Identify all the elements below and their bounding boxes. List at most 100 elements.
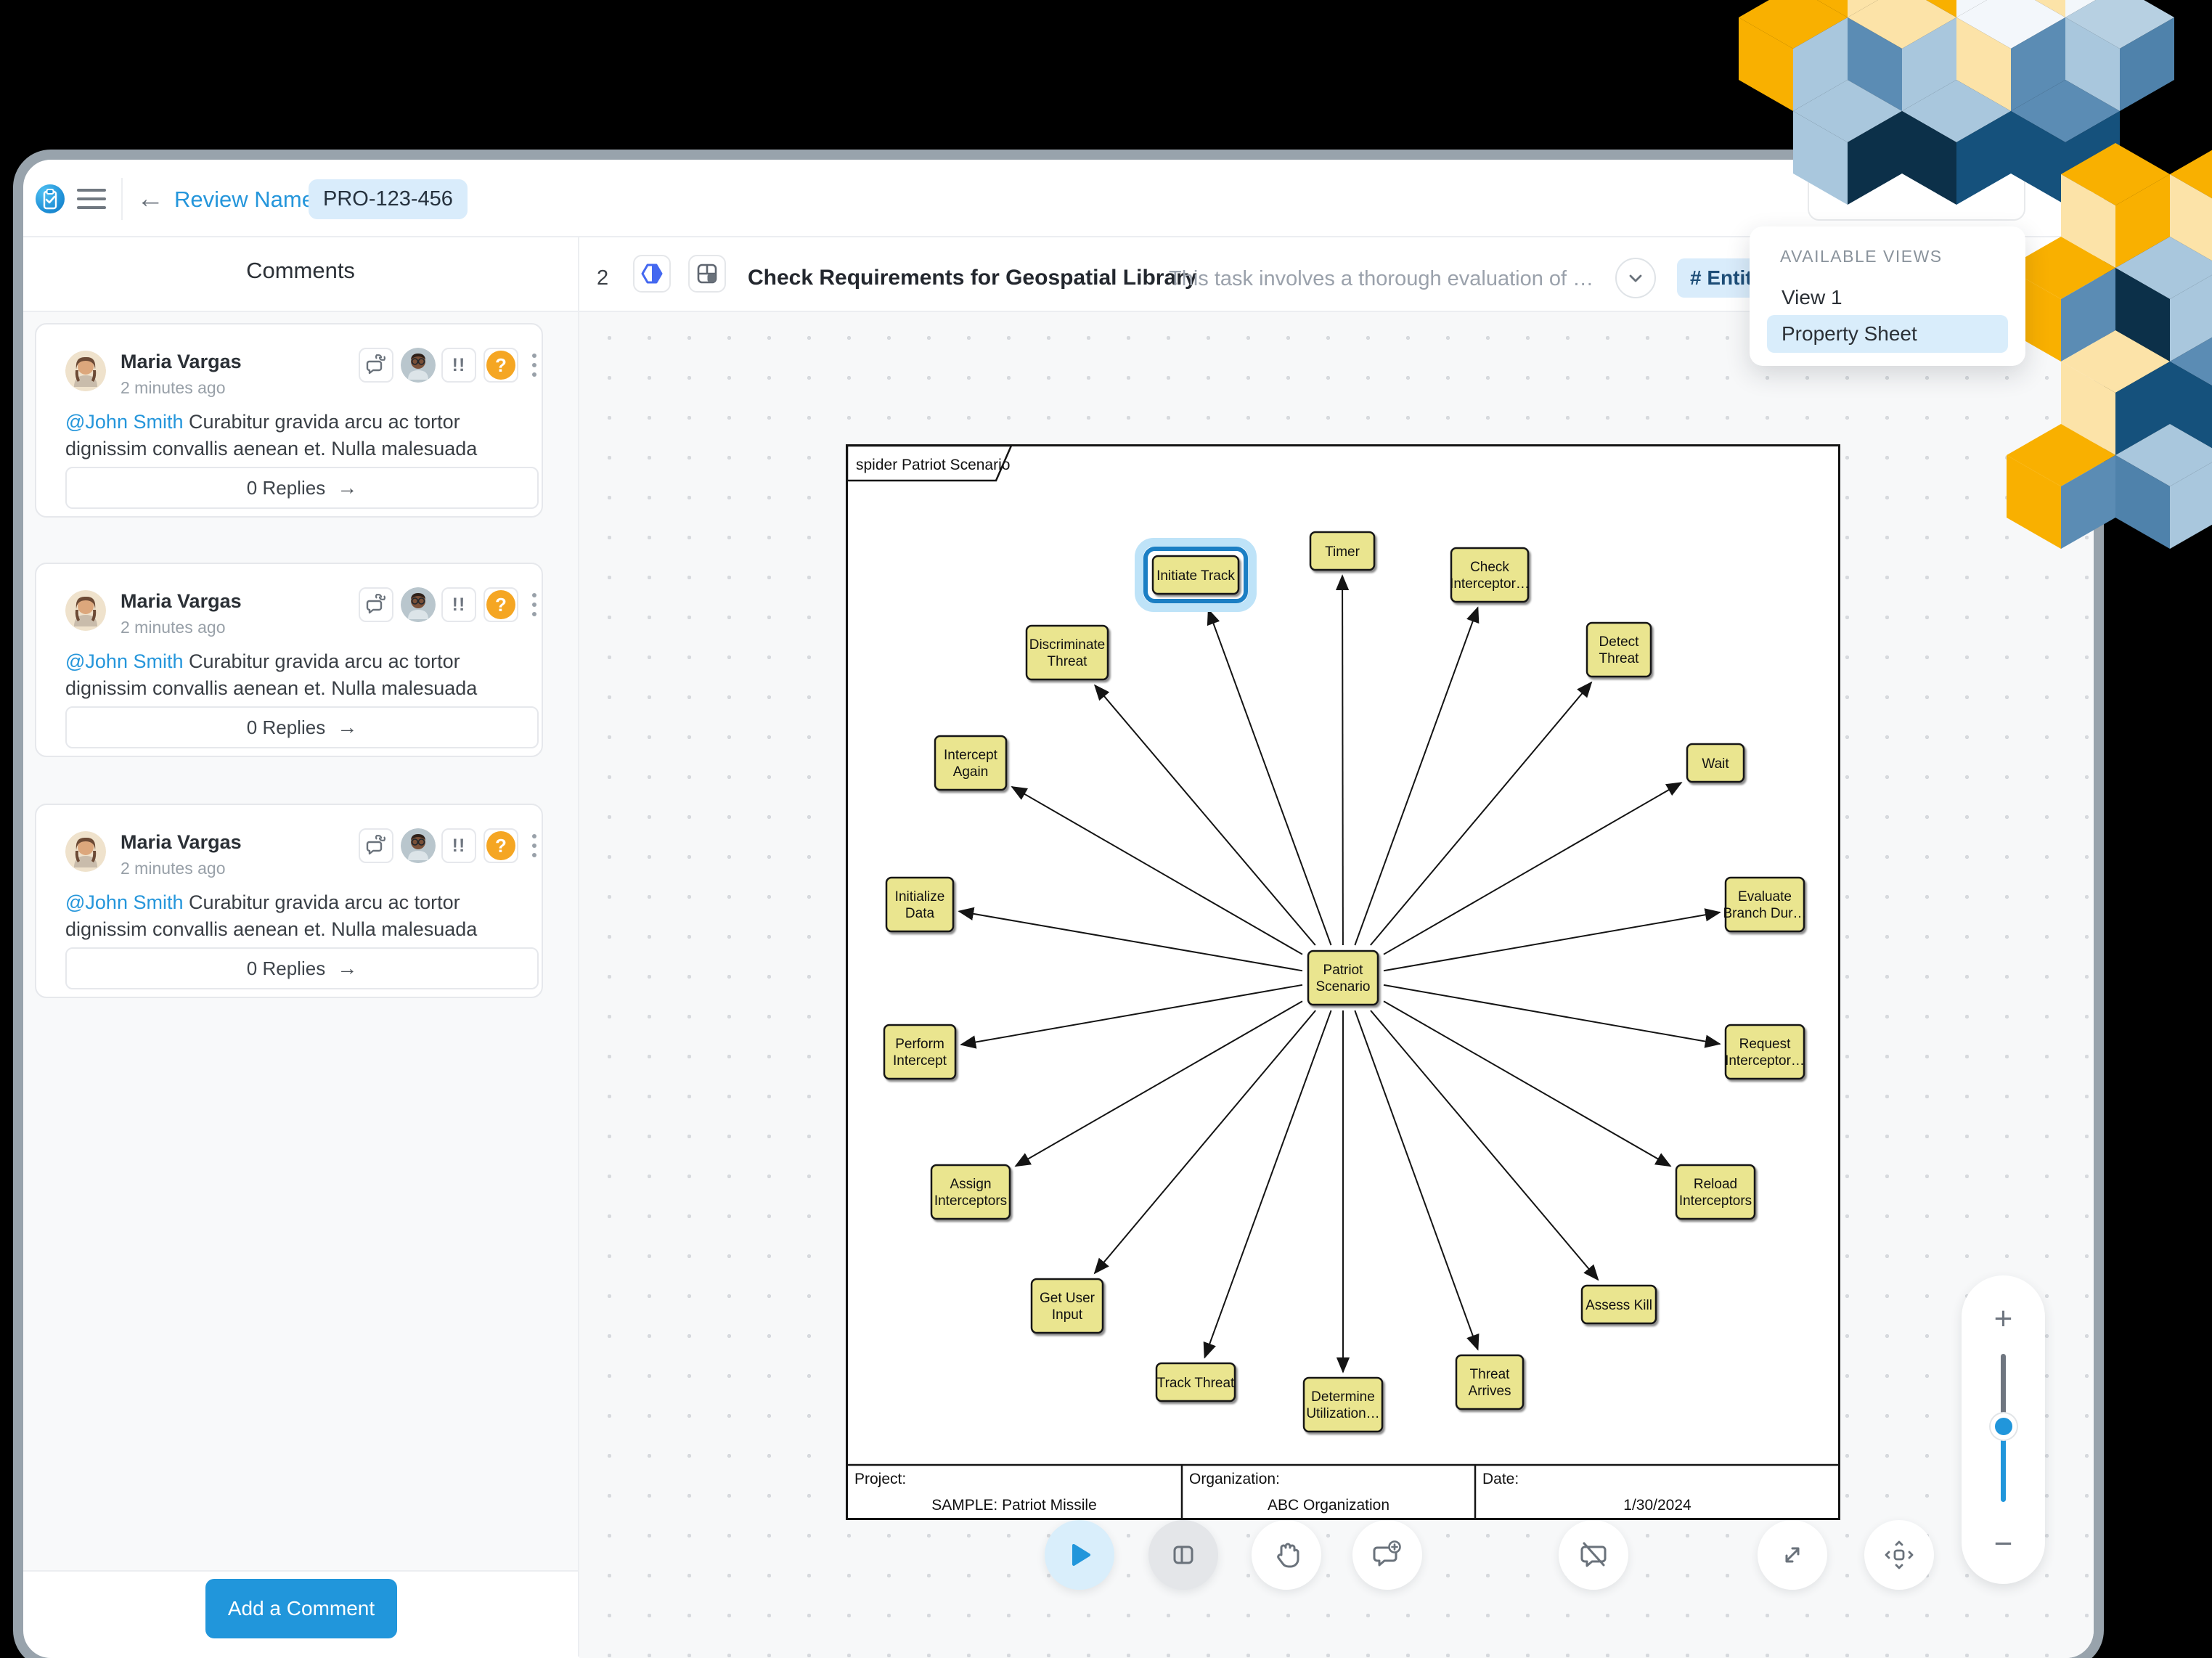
kebab-menu-icon[interactable] <box>530 593 539 616</box>
pan-hand-button[interactable] <box>1252 1520 1321 1590</box>
comment-card[interactable]: Maria Vargas 2 minutes ago !! ? @John Sm… <box>35 804 543 998</box>
diagram-node-track-threat[interactable]: Track Threat <box>1155 1362 1236 1402</box>
important-icon: !! <box>452 354 466 375</box>
diagram-node-initialize-data[interactable]: Initialize Data <box>885 876 955 933</box>
replies-button[interactable]: 0 Replies → <box>65 467 539 509</box>
diagram-node-assign-interceptors[interactable]: AssignInterceptors <box>930 1164 1011 1220</box>
diagram-footer-text: Organization: <box>1189 1471 1280 1487</box>
important-button[interactable]: !! <box>441 587 476 622</box>
zoom-slider-handle[interactable] <box>1991 1413 2017 1439</box>
linked-comment-button[interactable] <box>359 828 393 863</box>
add-comment-bubble-icon <box>1373 1540 1401 1567</box>
panel-toggle-icon <box>1173 1545 1193 1564</box>
pointer-tool-icon <box>1072 1544 1090 1566</box>
important-button[interactable]: !! <box>441 828 476 863</box>
diagram-node-intercept-again[interactable]: InterceptAgain <box>934 735 1008 791</box>
kebab-menu-icon[interactable] <box>530 354 539 377</box>
views-popup-title: AVAILABLE VIEWS <box>1780 247 1943 266</box>
question-button[interactable]: ? <box>483 348 518 383</box>
kebab-menu-icon[interactable] <box>530 834 539 857</box>
linked-comment-button[interactable] <box>359 587 393 622</box>
comments-panel-title: Comments <box>246 258 355 283</box>
avatar-maria <box>65 351 106 391</box>
svg-text:Request: Request <box>1739 1037 1791 1052</box>
hide-comments-icon <box>1580 1542 1607 1567</box>
diagram-node-request-interceptor[interactable]: RequestInterceptor… <box>1724 1024 1805 1080</box>
diagram-node-threat-arrives[interactable]: Threat Arrives <box>1455 1354 1525 1410</box>
comment-card[interactable]: Maria Vargas 2 minutes ago !! ? @John Sm… <box>35 323 543 518</box>
svg-text:Threat: Threat <box>1599 651 1640 666</box>
diagram-node-wait[interactable]: Wait <box>1686 743 1745 783</box>
question-icon: ? <box>486 351 515 380</box>
svg-text:Utilization…: Utilization… <box>1306 1406 1379 1421</box>
diagram-footer-text: Date: <box>1482 1471 1519 1487</box>
diagram-node-discriminate-threat[interactable]: DiscriminateThreat <box>1025 624 1109 681</box>
svg-text:Input: Input <box>1052 1307 1083 1323</box>
linked-comment-button[interactable] <box>359 348 393 383</box>
mention-link[interactable]: @John Smith <box>65 411 183 433</box>
comment-card[interactable]: Maria Vargas 2 minutes ago !! ? @John Sm… <box>35 563 543 757</box>
views-item-view1[interactable]: View 1 <box>1767 279 2008 317</box>
diagram-node-get-user-input[interactable]: Get UserInput <box>1030 1278 1104 1334</box>
hide-comments-button[interactable] <box>1559 1520 1628 1590</box>
question-button[interactable]: ? <box>483 587 518 622</box>
expand-button[interactable] <box>1758 1520 1827 1590</box>
diagram-node-determine-utilization[interactable]: DetermineUtilization… <box>1302 1376 1384 1433</box>
back-arrow-icon[interactable]: ← <box>136 185 165 213</box>
participant-avatar[interactable] <box>401 348 436 383</box>
comment-time: 2 minutes ago <box>121 859 226 878</box>
avatar-maria <box>65 831 106 872</box>
mention-link[interactable]: @John Smith <box>65 650 183 672</box>
hamburger-menu-icon[interactable] <box>77 189 106 209</box>
replies-button[interactable]: 0 Replies → <box>65 706 539 748</box>
diagram-edge-timer <box>1335 574 1350 946</box>
navigate-pan-button[interactable] <box>1864 1520 1934 1590</box>
linked-comment-icon <box>366 835 386 855</box>
participant-avatar[interactable] <box>401 587 436 622</box>
svg-text:Assign: Assign <box>950 1177 991 1192</box>
app-logo-icon[interactable] <box>36 184 65 213</box>
svg-text:Arrives: Arrives <box>1468 1384 1511 1399</box>
add-comment-button[interactable]: Add a Comment <box>205 1579 397 1638</box>
svg-text:Timer: Timer <box>1325 544 1360 560</box>
zoom-control[interactable]: + − <box>1962 1275 2045 1584</box>
zoom-in-button[interactable]: + <box>1962 1303 2045 1335</box>
diagram-node-perform-intercept[interactable]: PerformIntercept <box>883 1024 957 1080</box>
question-button[interactable]: ? <box>483 828 518 863</box>
replies-button[interactable]: 0 Replies → <box>65 947 539 989</box>
layout-icon <box>697 264 717 284</box>
zoom-slider-track-filled[interactable] <box>2001 1429 2006 1502</box>
diagram-node-check-interceptor[interactable]: CheckInterceptor… <box>1450 547 1530 603</box>
sidebar-footer-divider <box>23 1570 578 1572</box>
mention-link[interactable]: @John Smith <box>65 891 183 913</box>
svg-text:Data: Data <box>905 906 935 921</box>
hexagon-status-button[interactable] <box>633 255 671 293</box>
participant-avatar[interactable] <box>401 828 436 863</box>
pointer-tool-button[interactable] <box>1045 1520 1114 1590</box>
diagram-node-reload-interceptors[interactable]: ReloadInterceptors <box>1675 1164 1756 1220</box>
diagram-footer-text: SAMPLE: Patriot Missile <box>931 1497 1097 1514</box>
zoom-out-button[interactable]: − <box>1962 1528 2045 1560</box>
diagram-node-detect-threat[interactable]: DetectThreat <box>1585 621 1652 678</box>
comment-time: 2 minutes ago <box>121 378 226 397</box>
expand-task-button[interactable] <box>1615 258 1656 298</box>
svg-text:Assess Kill: Assess Kill <box>1585 1298 1652 1313</box>
diagram-node-assess-kill[interactable]: Assess Kill <box>1580 1284 1657 1325</box>
expand-icon <box>1785 1547 1800 1563</box>
views-item-property-sheet[interactable]: Property Sheet <box>1767 315 2008 353</box>
diagram-node-patriot-scenario[interactable]: PatriotScenario <box>1307 950 1379 1006</box>
svg-text:Threat: Threat <box>1048 654 1088 669</box>
svg-text:Interceptors: Interceptors <box>934 1193 1007 1209</box>
diagram-node-evaluate-branch-dur[interactable]: Evaluate Branch Dur… <box>1723 876 1807 933</box>
svg-text:Initiate Track: Initiate Track <box>1156 568 1235 584</box>
important-button[interactable]: !! <box>441 348 476 383</box>
comment-author: Maria Vargas <box>121 831 242 853</box>
diagram-node-timer[interactable]: Timer <box>1309 531 1376 571</box>
layout-button[interactable] <box>688 255 726 293</box>
svg-text:Discriminate: Discriminate <box>1029 637 1106 653</box>
panel-toggle-button[interactable] <box>1148 1520 1218 1590</box>
add-comment-tool-button[interactable] <box>1352 1520 1422 1590</box>
svg-text:Interceptor…: Interceptor… <box>1725 1053 1805 1069</box>
review-name-link[interactable]: Review Name <box>174 187 314 213</box>
svg-text:Detect: Detect <box>1599 634 1640 650</box>
